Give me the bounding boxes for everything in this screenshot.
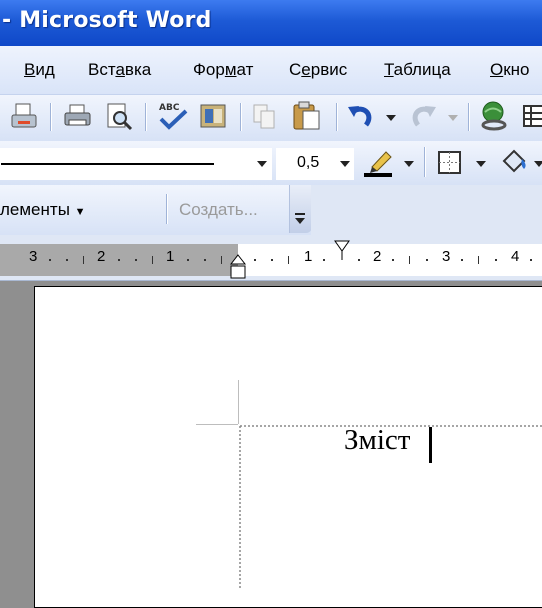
text-cursor <box>429 427 432 463</box>
text-boundary-guides <box>196 380 542 590</box>
document-heading[interactable]: Зміст <box>344 424 410 457</box>
